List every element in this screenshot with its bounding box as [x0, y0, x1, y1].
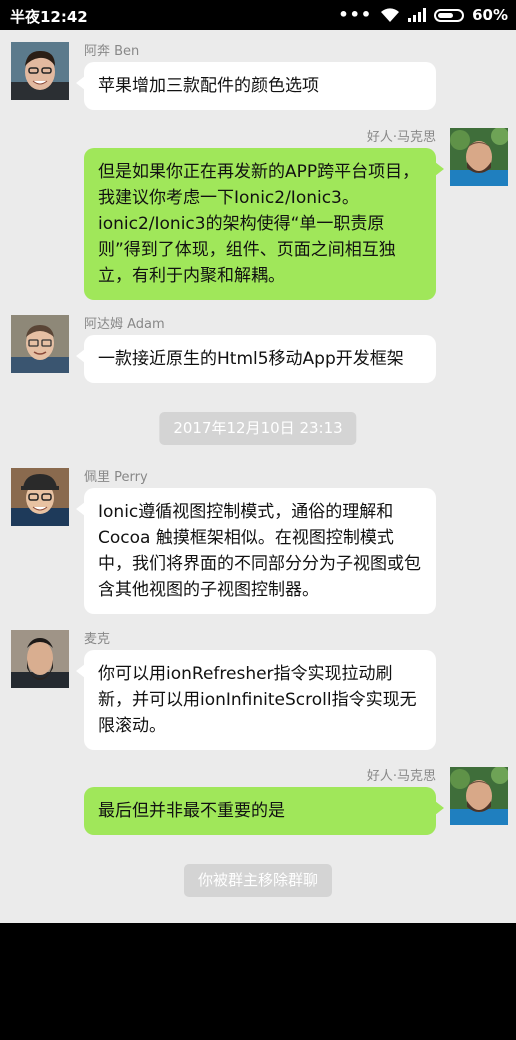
sender-name: 阿奔 Ben: [84, 44, 140, 59]
message-bubble[interactable]: 苹果增加三款配件的颜色选项: [76, 62, 436, 110]
message-text: 最后但并非最不重要的是: [98, 801, 285, 821]
message-bubble[interactable]: 但是如果你正在再发新的APP跨平台项目，我建议你考虑一下Ionic2/Ionic…: [84, 148, 444, 300]
cellular-signal-icon: [408, 8, 427, 22]
avatar[interactable]: [450, 767, 508, 825]
avatar[interactable]: [11, 42, 69, 100]
message-text: 苹果增加三款配件的颜色选项: [98, 76, 319, 96]
avatar[interactable]: [11, 630, 69, 688]
sender-name: 佩里 Perry: [84, 470, 148, 485]
avatar[interactable]: [11, 468, 69, 526]
sender-name: 麦克: [84, 632, 111, 647]
sender-name: 好人·马克思: [366, 769, 436, 784]
avatar[interactable]: [11, 315, 69, 373]
message-text: 你可以用ionRefresher指令实现拉动刷新，并可以用ionInfinite…: [98, 664, 417, 736]
message-bubble[interactable]: Ionic遵循视图控制模式，通俗的理解和Cocoa 触摸框架相似。在视图控制模式…: [76, 488, 436, 614]
message-text: Ionic遵循视图控制模式，通俗的理解和Cocoa 触摸框架相似。在视图控制模式…: [98, 502, 421, 600]
wifi-icon: [381, 8, 400, 22]
system-notice: 你被群主移除群聊: [183, 864, 333, 897]
sender-name: 好人·马克思: [366, 130, 436, 145]
chat-message-list[interactable]: 阿奔 Ben 苹果增加三款配件的颜色选项 好人·马克思 但是如果你正在再发新的A…: [0, 30, 516, 923]
sender-name: 阿达姆 Adam: [84, 317, 165, 332]
timestamp-badge: 2017年12月10日 23:13: [159, 412, 357, 445]
status-bar: 半夜12:42 ••• 60%: [0, 0, 516, 30]
signal-dots-icon: •••: [338, 5, 373, 24]
message-bubble[interactable]: 最后但并非最不重要的是: [84, 787, 444, 835]
message-bubble[interactable]: 一款接近原生的Html5移动App开发框架: [76, 335, 436, 383]
message-bubble[interactable]: 你可以用ionRefresher指令实现拉动刷新，并可以用ionInfinite…: [76, 650, 436, 750]
avatar[interactable]: [450, 128, 508, 186]
bottom-blank-area: [0, 923, 516, 1040]
battery-icon: [434, 8, 465, 22]
status-time: 半夜12:42: [10, 8, 88, 26]
message-text: 但是如果你正在再发新的APP跨平台项目，我建议你考虑一下Ionic2/Ionic…: [98, 162, 420, 286]
message-text: 一款接近原生的Html5移动App开发框架: [98, 349, 404, 369]
battery-percent: 60%: [472, 6, 508, 24]
status-icons: ••• 60%: [338, 6, 508, 24]
